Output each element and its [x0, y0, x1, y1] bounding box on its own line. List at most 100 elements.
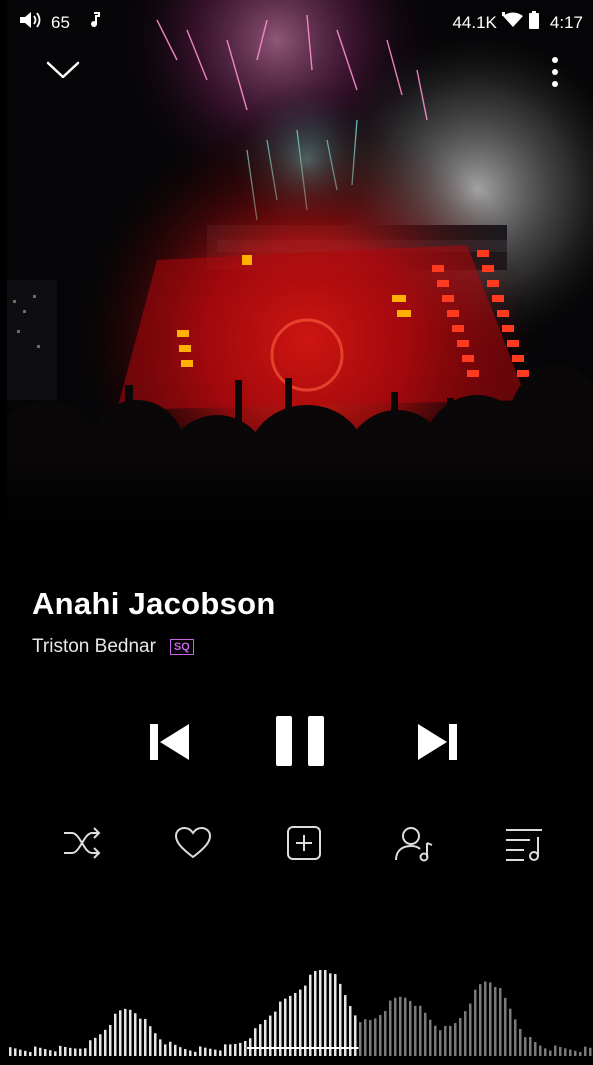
waveform-bar	[459, 1018, 462, 1056]
waveform-bar	[429, 1019, 432, 1056]
waveform-bar	[134, 1013, 137, 1056]
waveform-bar	[274, 1011, 277, 1056]
waveform-bar	[319, 970, 322, 1056]
waveform-bar	[264, 1019, 267, 1056]
waveform-bar	[339, 983, 342, 1056]
waveform-bar	[99, 1034, 102, 1056]
waveform-bar	[409, 1000, 412, 1056]
waveform-bar	[54, 1051, 57, 1056]
clock: 4:17	[549, 12, 583, 32]
waveform-bar	[294, 992, 297, 1056]
waveform-bar	[69, 1047, 72, 1056]
waveform-bar	[139, 1018, 142, 1056]
waveform-bar	[9, 1047, 12, 1056]
waveform-bar	[44, 1048, 47, 1056]
waveform-bar	[489, 982, 492, 1056]
waveform-bar	[484, 981, 487, 1056]
waveform-bar	[34, 1046, 37, 1056]
artist-button[interactable]	[393, 825, 435, 863]
waveform-bar	[39, 1047, 42, 1056]
add-to-playlist-button[interactable]	[284, 825, 324, 861]
shuffle-icon	[64, 827, 101, 859]
waveform-bar	[194, 1051, 197, 1056]
add-to-playlist-icon	[287, 826, 321, 860]
waveform-bar	[154, 1033, 157, 1056]
pause-button[interactable]	[275, 716, 327, 768]
waveform-bar	[569, 1049, 572, 1056]
waveform-bar	[24, 1050, 27, 1056]
waveform-bar	[14, 1048, 17, 1056]
waveform-bar	[344, 995, 347, 1056]
waveform-bar	[524, 1037, 527, 1056]
waveform-seekbar[interactable]	[7, 970, 593, 1060]
waveform-bar	[19, 1049, 22, 1056]
player-screen: 65 44.1K 4:17 Anahi Jacobson Triston Bed…	[7, 0, 593, 1065]
waveform-bar	[149, 1026, 152, 1056]
previous-button[interactable]	[147, 720, 193, 764]
next-button[interactable]	[414, 720, 460, 764]
waveform-bar	[209, 1048, 212, 1056]
track-meta: Triston Bednar SQ	[32, 636, 194, 658]
queue-icon	[506, 829, 542, 861]
waveform-bar	[104, 1029, 107, 1056]
waveform-bar	[114, 1013, 117, 1056]
more-options-button[interactable]	[545, 54, 565, 94]
waveform-bar	[79, 1048, 82, 1056]
shuffle-button[interactable]	[62, 825, 102, 861]
waveform-bar	[364, 1019, 367, 1056]
waveform-bar	[369, 1020, 372, 1056]
waveform-bar	[399, 996, 402, 1056]
waveform-bar	[379, 1015, 382, 1056]
waveform-bar	[299, 989, 302, 1056]
waveform-bar	[199, 1046, 202, 1056]
waveform-bar	[239, 1042, 242, 1056]
collapse-button[interactable]	[43, 55, 83, 85]
waveform-bar	[259, 1024, 262, 1056]
album-art	[7, 0, 593, 540]
waveform-bar	[534, 1041, 537, 1056]
waveform-bar	[84, 1048, 87, 1056]
quality-badge: SQ	[169, 639, 194, 655]
waveform-bar	[184, 1048, 187, 1056]
waveform-bar	[234, 1043, 237, 1056]
waveform-bar	[574, 1050, 577, 1056]
waveform-bar	[554, 1045, 557, 1056]
waveform-bar	[424, 1012, 427, 1056]
waveform-bar	[549, 1050, 552, 1056]
skip-next-icon	[418, 724, 457, 760]
waveform-bar	[109, 1024, 112, 1056]
waveform-bar	[64, 1046, 67, 1056]
waveform-bar	[169, 1041, 172, 1056]
music-note-icon	[90, 12, 100, 33]
waveform-bar	[179, 1047, 182, 1056]
waveform-bar	[214, 1049, 217, 1056]
waveform-bar	[394, 997, 397, 1056]
waveform-bar	[404, 997, 407, 1056]
queue-button[interactable]	[504, 825, 546, 863]
heart-icon	[174, 826, 212, 859]
favorite-button[interactable]	[173, 825, 213, 861]
waveform-bar	[419, 1005, 422, 1056]
waveform-bar	[159, 1039, 162, 1056]
waveform-bar	[119, 1010, 122, 1056]
waveform-bar	[374, 1018, 377, 1056]
waveform-bar	[494, 986, 497, 1056]
status-bar: 65 44.1K 4:17	[7, 0, 593, 44]
waveform-bar	[219, 1050, 222, 1056]
pause-icon	[276, 716, 324, 766]
track-title: Anahi Jacobson	[32, 586, 276, 621]
waveform-bar	[469, 1003, 472, 1056]
waveform-bar	[504, 997, 507, 1056]
waveform-bar	[144, 1018, 147, 1056]
waveform-bar	[229, 1044, 232, 1056]
waveform-bar	[444, 1025, 447, 1056]
waveform-bar	[244, 1040, 247, 1056]
waveform-bar	[329, 973, 332, 1056]
waveform-bar	[529, 1037, 532, 1056]
waveform-bar	[499, 988, 502, 1056]
waveform-bar	[474, 989, 477, 1056]
track-artist[interactable]: Triston Bednar	[32, 636, 156, 658]
waveform-bar	[49, 1050, 52, 1056]
sample-rate: 44.1K	[452, 12, 497, 32]
chevron-down-icon	[46, 61, 80, 79]
